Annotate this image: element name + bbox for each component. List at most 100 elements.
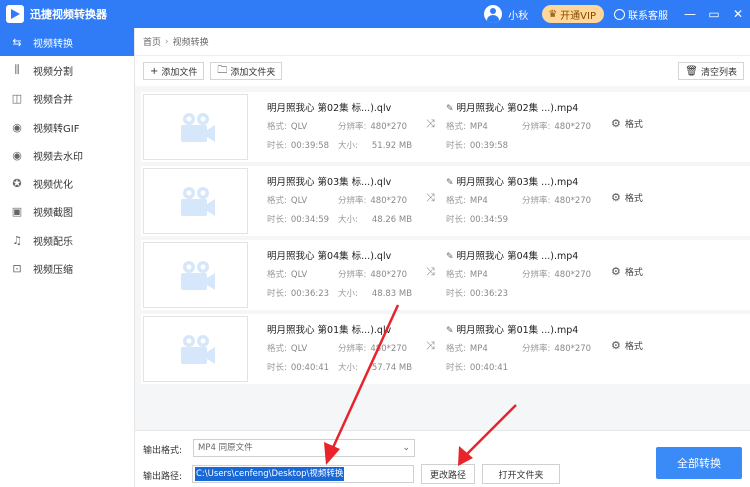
resolution-value: 480*270 (554, 122, 592, 132)
music-icon: ♫ (12, 233, 22, 247)
convert-all-button[interactable]: 全部转换 (656, 447, 742, 479)
format-value: QLV (290, 344, 308, 354)
duration-label: 时长: (267, 363, 287, 373)
duration-label: 时长: (446, 363, 466, 373)
format-settings-button[interactable]: ⚙ 格式 (611, 191, 643, 204)
format-label: 格式: (446, 196, 466, 206)
sidebar-item[interactable]: ⇆ 视频转换 (0, 28, 134, 57)
file-row[interactable]: 明月照我心 第03集 标...).qlv 格式: QLV 分辨率: 480*270 时长:… (141, 166, 750, 236)
merge-icon: ◫ (11, 92, 23, 106)
output-file-name[interactable]: ✎ 明月照我心 第01集 ...).mp4 (446, 322, 578, 336)
clear-list-button[interactable]: 🗑 清空列表 (678, 62, 744, 80)
change-path-button[interactable]: 更改路径 (421, 464, 475, 484)
title-bar: 迅捷视频转换器 小秋 ♛ 开通VIP 联系客服 — ▭ ✕ (0, 0, 750, 28)
breadcrumb-home[interactable]: 首页 (143, 35, 161, 48)
main-panel: 首页 › 视频转换 + 添加文件 🗀 添加文件夹 🗑 清空列表 明月照我心 第0… (135, 28, 750, 487)
duration-label: 时长: (446, 141, 466, 151)
duration-label: 时长: (267, 141, 287, 151)
source-resolution: 分辨率: 480*270 (338, 120, 407, 132)
pencil-icon[interactable]: ✎ (446, 104, 454, 114)
maximize-button[interactable]: ▭ (702, 7, 726, 21)
sidebar-item[interactable]: ▣ 视频截图 (0, 198, 134, 226)
screenshot-icon: ▣ (11, 205, 23, 219)
duration-label: 时长: (267, 215, 287, 225)
plus-icon: + (150, 65, 159, 77)
output-file-name[interactable]: ✎ 明月照我心 第02集 ...).mp4 (446, 100, 578, 114)
sidebar-item[interactable]: ◉ 视频转GIF (0, 113, 134, 141)
duration-value: 00:39:58 (469, 141, 509, 151)
duration-value: 00:34:59 (290, 215, 330, 225)
trash-icon: 🗑 (685, 65, 698, 77)
source-size: 大小: 57.74 MB (338, 361, 412, 373)
sidebar-item[interactable]: ◫ 视频合并 (0, 85, 134, 113)
sidebar-item-label: 视频转GIF (33, 123, 80, 135)
sidebar-item[interactable]: ⊡ 视频压缩 (0, 254, 134, 282)
duration-label: 时长: (446, 289, 466, 299)
file-row[interactable]: 明月照我心 第02集 标...).qlv 格式: QLV 分辨率: 480*270 时长:… (141, 92, 750, 162)
resolution-label: 分辨率: (338, 344, 367, 354)
format-value: MP4 (469, 270, 488, 280)
output-duration: 时长: 00:40:41 (446, 361, 508, 373)
vip-label: 开通VIP (560, 10, 596, 22)
support-button[interactable]: 联系客服 (614, 7, 668, 22)
output-file-name-text: 明月照我心 第03集 ...).mp4 (456, 177, 579, 188)
format-label: 格式: (446, 122, 466, 132)
pencil-icon[interactable]: ✎ (446, 178, 454, 188)
size-label: 大小: (338, 363, 358, 373)
add-file-button[interactable]: + 添加文件 (143, 62, 205, 80)
sidebar-item[interactable]: ⫼ 视频分割 (0, 56, 134, 84)
add-folder-button[interactable]: 🗀 添加文件夹 (210, 62, 283, 80)
sidebar: ⇆ 视频转换 ⫼ 视频分割 ◫ 视频合并 ◉ 视频转GIF ◉ 视频去水印 ✪ 视频优化 ▣ 视频截图 ♫ 视… (0, 28, 135, 487)
title-bar-right: 小秋 ♛ 开通VIP 联系客服 — ▭ ✕ (484, 0, 750, 28)
output-path-field[interactable]: C:\Users\cenfeng\Desktop\视频转换 (192, 465, 414, 483)
format-label: 格式: (267, 344, 287, 354)
source-size: 大小: 51.92 MB (338, 139, 412, 151)
support-label: 联系客服 (628, 10, 668, 22)
output-duration: 时长: 00:39:58 (446, 139, 508, 151)
resolution-value: 480*270 (554, 344, 592, 354)
breadcrumb-separator: › (165, 36, 169, 47)
source-format: 格式: QLV (267, 120, 307, 132)
sidebar-item[interactable]: ◉ 视频去水印 (0, 141, 134, 169)
source-duration: 时长: 00:36:23 (267, 287, 329, 299)
output-format-select[interactable]: MP4 同原文件 ⌄ (193, 439, 415, 457)
resolution-value: 480*270 (370, 122, 408, 132)
source-resolution: 分辨率: 480*270 (338, 194, 407, 206)
user-name[interactable]: 小秋 (508, 7, 528, 22)
source-format: 格式: QLV (267, 268, 307, 280)
format-settings-label: 格式 (624, 120, 643, 130)
format-settings-button[interactable]: ⚙ 格式 (611, 117, 643, 130)
open-folder-button[interactable]: 打开文件夹 (482, 464, 560, 484)
pencil-icon[interactable]: ✎ (446, 252, 454, 262)
convert-arrow-icon: ⤨ (426, 117, 435, 130)
output-file-name[interactable]: ✎ 明月照我心 第03集 ...).mp4 (446, 174, 578, 188)
duration-value: 00:36:23 (469, 289, 509, 299)
output-format-label: 输出格式: (143, 446, 183, 456)
file-row[interactable]: 明月照我心 第04集 标...).qlv 格式: QLV 分辨率: 480*270 时长:… (141, 240, 750, 310)
chevron-down-icon: ⌄ (402, 443, 410, 453)
output-duration: 时长: 00:34:59 (446, 213, 508, 225)
convert-arrow-icon: ⤨ (426, 265, 435, 278)
format-settings-button[interactable]: ⚙ 格式 (611, 265, 643, 278)
user-avatar-icon[interactable] (484, 5, 503, 23)
source-duration: 时长: 00:39:58 (267, 139, 329, 151)
vip-button[interactable]: ♛ 开通VIP (542, 5, 604, 23)
file-row[interactable]: 明月照我心 第01集 标...).qlv 格式: QLV 分辨率: 480*270 时长:… (141, 314, 750, 384)
pencil-icon[interactable]: ✎ (446, 326, 454, 336)
minimize-button[interactable]: — (678, 7, 702, 21)
resolution-label: 分辨率: (338, 270, 367, 280)
gear-icon: ⚙ (611, 191, 621, 204)
format-settings-button[interactable]: ⚙ 格式 (611, 339, 643, 352)
source-file-name: 明月照我心 第03集 标...).qlv (267, 177, 392, 188)
add-folder-label: 添加文件夹 (230, 67, 276, 78)
output-file-name[interactable]: ✎ 明月照我心 第04集 ...).mp4 (446, 248, 578, 262)
sidebar-item-label: 视频分割 (33, 66, 73, 78)
close-button[interactable]: ✕ (726, 7, 750, 21)
sidebar-item[interactable]: ✪ 视频优化 (0, 169, 134, 197)
source-size: 大小: 48.83 MB (338, 287, 412, 299)
source-format: 格式: QLV (267, 194, 307, 206)
breadcrumb-current: 视频转换 (172, 38, 209, 48)
video-thumbnail (143, 168, 248, 234)
video-thumbnail (143, 94, 248, 160)
sidebar-item[interactable]: ♫ 视频配乐 (0, 226, 134, 254)
